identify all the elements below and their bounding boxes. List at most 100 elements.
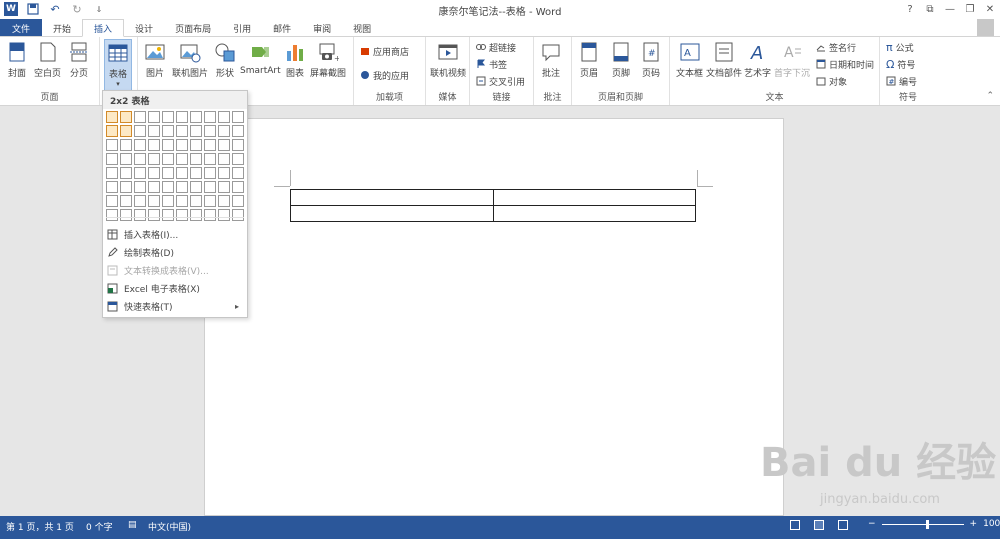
table-grid-cell[interactable]	[134, 153, 146, 165]
tab-file[interactable]: 文件	[0, 19, 43, 37]
table-grid-cell[interactable]	[218, 125, 230, 137]
table-grid-cell[interactable]	[176, 111, 188, 123]
blank-page-button[interactable]: 空白页	[34, 41, 61, 79]
table-grid-cell[interactable]	[204, 125, 216, 137]
table-grid-cell[interactable]	[204, 181, 216, 193]
table-grid-cell[interactable]	[204, 111, 216, 123]
web-layout-icon[interactable]	[838, 520, 848, 530]
table-grid-cell[interactable]	[218, 195, 230, 207]
table-grid-cell[interactable]	[232, 153, 244, 165]
table-size-grid[interactable]	[106, 111, 247, 221]
table-cell[interactable]	[492, 189, 696, 206]
table-grid-cell[interactable]	[190, 181, 202, 193]
tab-references[interactable]: 引用	[222, 19, 262, 37]
table-grid-cell[interactable]	[106, 167, 118, 179]
table-grid-cell[interactable]	[120, 195, 132, 207]
table-grid-cell[interactable]	[162, 139, 174, 151]
proofing-icon[interactable]: ▤	[128, 520, 137, 530]
tab-view[interactable]: 视图	[342, 19, 382, 37]
insert-table-menu-item[interactable]: 插入表格(I)...	[107, 226, 243, 243]
table-grid-cell[interactable]	[162, 167, 174, 179]
table-grid-cell[interactable]	[190, 167, 202, 179]
header-button[interactable]: 页眉	[578, 41, 600, 79]
date-time-button[interactable]: 日期和时间	[816, 58, 874, 71]
table-grid-cell[interactable]	[218, 209, 230, 221]
table-grid-cell[interactable]	[162, 209, 174, 221]
tab-mailings[interactable]: 邮件	[262, 19, 302, 37]
table-cell[interactable]	[290, 205, 494, 222]
table-grid-cell[interactable]	[176, 167, 188, 179]
table-grid-cell[interactable]	[162, 195, 174, 207]
table-grid-cell[interactable]	[176, 181, 188, 193]
table-grid-cell[interactable]	[190, 209, 202, 221]
table-grid-cell[interactable]	[162, 125, 174, 137]
quick-tables-menu-item[interactable]: 快速表格(T) ▸	[107, 298, 243, 315]
table-grid-cell[interactable]	[176, 195, 188, 207]
chart-button[interactable]: 图表	[284, 41, 306, 79]
cross-reference-button[interactable]: 交叉引用	[476, 75, 525, 88]
table-grid-cell[interactable]	[148, 195, 160, 207]
table-grid-cell[interactable]	[106, 153, 118, 165]
table-grid-cell[interactable]	[120, 125, 132, 137]
table-grid-cell[interactable]	[120, 139, 132, 151]
table-grid-cell[interactable]	[190, 195, 202, 207]
table-grid-cell[interactable]	[232, 195, 244, 207]
table-grid-cell[interactable]	[106, 195, 118, 207]
table-grid-cell[interactable]	[148, 111, 160, 123]
store-button[interactable]: 应用商店	[360, 45, 409, 58]
shapes-button[interactable]: 形状	[214, 41, 236, 79]
draw-table-menu-item[interactable]: 绘制表格(D)	[107, 244, 243, 261]
table-grid-cell[interactable]	[120, 167, 132, 179]
table-grid-cell[interactable]	[190, 153, 202, 165]
online-video-button[interactable]: 联机视频	[430, 41, 466, 79]
table-grid-cell[interactable]	[190, 111, 202, 123]
table-grid-cell[interactable]	[218, 153, 230, 165]
table-grid-cell[interactable]	[232, 111, 244, 123]
table-grid-cell[interactable]	[134, 181, 146, 193]
help-icon[interactable]: ?	[900, 0, 920, 18]
table-grid-cell[interactable]	[176, 153, 188, 165]
online-pictures-button[interactable]: 联机图片	[172, 41, 208, 79]
read-mode-icon[interactable]	[790, 520, 800, 530]
object-button[interactable]: 对象	[816, 75, 847, 88]
table-grid-cell[interactable]	[120, 153, 132, 165]
comment-button[interactable]: 批注	[540, 41, 562, 79]
zoom-slider[interactable]	[881, 519, 964, 529]
tab-insert[interactable]: 插入	[82, 19, 125, 37]
textbox-button[interactable]: A 文本框	[676, 41, 703, 79]
minimize-button[interactable]: —	[940, 0, 960, 18]
word-count[interactable]: 0 个字	[86, 520, 113, 533]
print-layout-icon[interactable]	[814, 520, 824, 530]
tab-design[interactable]: 设计	[124, 19, 164, 37]
wordart-button[interactable]: A 艺术字	[744, 41, 771, 79]
table-grid-cell[interactable]	[148, 125, 160, 137]
table-grid-cell[interactable]	[134, 195, 146, 207]
table-grid-cell[interactable]	[162, 181, 174, 193]
table-grid-cell[interactable]	[176, 125, 188, 137]
table-grid-cell[interactable]	[232, 167, 244, 179]
number-button[interactable]: # 编号	[886, 75, 917, 88]
excel-spreadsheet-menu-item[interactable]: Excel 电子表格(X)	[107, 280, 243, 297]
table-grid-cell[interactable]	[106, 125, 118, 137]
table-grid-cell[interactable]	[204, 153, 216, 165]
equation-button[interactable]: π 公式	[886, 41, 914, 54]
table-grid-cell[interactable]	[190, 139, 202, 151]
table-cell[interactable]	[290, 189, 494, 206]
table-grid-cell[interactable]	[218, 181, 230, 193]
cover-page-button[interactable]: 封面	[6, 41, 28, 79]
symbol-button[interactable]: Ω 符号	[886, 58, 915, 71]
hyperlink-button[interactable]: 超链接	[476, 41, 516, 54]
table-grid-cell[interactable]	[204, 195, 216, 207]
table-cell[interactable]	[492, 205, 696, 222]
signature-line-button[interactable]: 签名行	[816, 41, 856, 54]
table-grid-cell[interactable]	[120, 181, 132, 193]
footer-button[interactable]: 页脚	[610, 41, 632, 79]
table-grid-cell[interactable]	[148, 139, 160, 151]
table-grid-cell[interactable]	[176, 209, 188, 221]
page-number-button[interactable]: # 页码	[640, 41, 662, 79]
restore-button[interactable]: ❐	[960, 0, 980, 18]
page-break-button[interactable]: 分页	[68, 41, 90, 79]
table-grid-cell[interactable]	[218, 111, 230, 123]
zoom-level[interactable]: 100%	[983, 519, 1000, 529]
table-grid-cell[interactable]	[134, 209, 146, 221]
